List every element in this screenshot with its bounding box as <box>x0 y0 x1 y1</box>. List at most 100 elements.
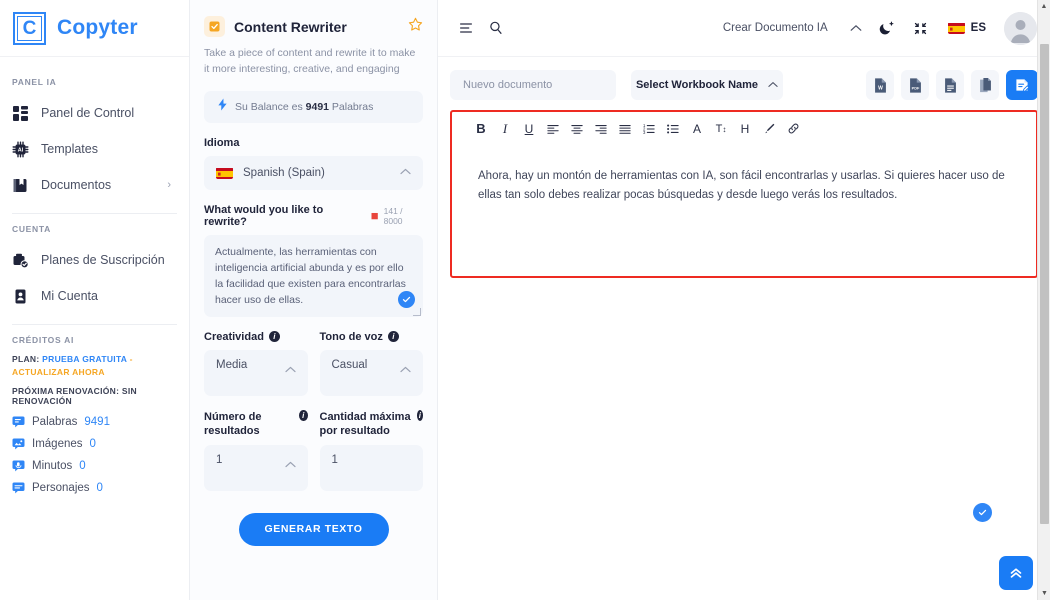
words-credit-icon <box>12 415 25 428</box>
document-toolbar: Nuevo documento Select Workbook Name W P… <box>450 70 1038 100</box>
rewrite-field-label: What would you like to rewrite? ■ 141 / … <box>204 204 423 228</box>
insert-link-button[interactable] <box>782 118 804 139</box>
align-center-button[interactable] <box>566 118 588 139</box>
export-text-button[interactable] <box>936 70 964 100</box>
balance-prefix: Su Balance es <box>235 100 303 113</box>
bold-button[interactable]: B <box>470 118 492 139</box>
sidebar-item-panel-de-control[interactable]: Panel de Control <box>0 95 189 131</box>
scrollbar-up-arrow[interactable]: ▲ <box>1038 0 1050 13</box>
export-pdf-button[interactable]: PDF <box>901 70 929 100</box>
document-name-input[interactable]: Nuevo documento <box>450 70 616 100</box>
info-icon[interactable]: i <box>416 409 423 421</box>
workbook-label: Select Workbook Name <box>635 79 759 91</box>
align-justify-button[interactable] <box>614 118 636 139</box>
sidebar-item-label: Panel de Control <box>41 106 135 120</box>
highlight-brush-button[interactable] <box>758 118 780 139</box>
textarea-resize-handle[interactable] <box>413 307 421 316</box>
language-code: ES <box>970 22 986 34</box>
credit-value: 0 <box>89 437 96 450</box>
align-left-button[interactable] <box>542 118 564 139</box>
editor-content-body[interactable]: Ahora, hay un montón de herramientas con… <box>452 145 1036 276</box>
unordered-list-button[interactable] <box>662 118 684 139</box>
save-document-icon[interactable] <box>1006 70 1038 100</box>
font-color-button[interactable]: A <box>686 118 708 139</box>
chevron-up-icon <box>400 167 411 178</box>
moon-icon[interactable] <box>872 13 902 43</box>
workbook-select[interactable]: Select Workbook Name <box>631 70 783 100</box>
language-select[interactable]: Spanish (Spain) <box>204 155 423 190</box>
documents-icon <box>12 177 29 194</box>
creativity-tone-row: Creatividad i Media Tono de voz i Casual <box>204 317 423 396</box>
editor-area: Nuevo documento Select Workbook Name W P… <box>438 57 1050 600</box>
language-switcher[interactable]: ES <box>940 22 994 34</box>
search-icon[interactable] <box>481 13 511 43</box>
sidebar-item-planes-de-suscripcion[interactable]: Planes de Suscripción <box>0 242 189 278</box>
compress-icon[interactable] <box>906 13 936 43</box>
user-avatar-icon[interactable] <box>1004 11 1037 45</box>
tool-header: Content Rewriter <box>204 16 423 37</box>
svg-text:PDF: PDF <box>911 86 919 90</box>
create-document-label: Crear Documento IA <box>722 22 828 34</box>
check-circle-icon[interactable] <box>973 503 992 522</box>
results-label-text: Número de resultados <box>204 410 262 437</box>
tone-select[interactable]: Casual <box>319 349 423 396</box>
underline-button[interactable]: U <box>518 118 540 139</box>
dashboard-icon <box>12 105 29 122</box>
generate-text-button[interactable]: GENERAR TEXTO <box>238 512 389 546</box>
heading-button[interactable]: H <box>734 118 756 139</box>
scrollbar-down-arrow[interactable]: ▼ <box>1038 587 1050 600</box>
ordered-list-button[interactable]: 123 <box>638 118 660 139</box>
tool-form-panel: Content Rewriter Take a piece of content… <box>190 0 438 600</box>
minutes-credit-icon <box>12 459 25 472</box>
sidebar-item-templates[interactable]: AI Templates <box>0 131 189 167</box>
balance-pill: Su Balance es 9491 Palabras <box>204 90 423 123</box>
brand-logo[interactable]: C Copyter <box>0 0 189 57</box>
scrollbar-thumb[interactable] <box>1040 44 1049 524</box>
double-chevron-up-icon[interactable] <box>999 556 1033 590</box>
chevron-right-icon: › <box>167 179 171 191</box>
bold-glyph: B <box>476 121 486 136</box>
rich-text-editor[interactable]: B I U 123 A T↕ H Ahora, hay un montón de… <box>450 110 1038 278</box>
images-credit-icon <box>12 437 25 450</box>
character-counter: 141 / 8000 <box>383 205 403 226</box>
creativity-label-text: Creatividad <box>204 330 264 343</box>
info-icon[interactable]: i <box>298 409 308 421</box>
info-icon[interactable]: i <box>268 331 280 342</box>
creativity-select[interactable]: Media <box>204 349 308 396</box>
font-size-button[interactable]: T↕ <box>710 118 732 139</box>
sidebar-item-label: Templates <box>41 142 98 156</box>
sidebar-item-documentos[interactable]: Documentos › <box>0 167 189 203</box>
plan-upgrade-link[interactable]: ACTUALIZAR AHORA <box>12 367 105 377</box>
page-scrollbar[interactable]: ▲ ▼ <box>1037 0 1050 600</box>
max-per-result-input[interactable]: 1 <box>319 444 423 491</box>
editor-paragraph: Ahora, hay un montón de herramientas con… <box>478 170 1005 201</box>
check-circle-icon[interactable] <box>398 290 415 308</box>
spain-flag-icon <box>216 167 233 179</box>
font-size-glyph: T↕ <box>715 122 727 135</box>
plan-line: PLAN: PRUEBA GRATUITA - ACTUALIZAR AHORA <box>12 353 177 379</box>
chevron-up-icon <box>400 365 411 376</box>
credit-row: Imágenes 0 <box>12 437 177 450</box>
language-select-value: Spanish (Spain) <box>243 166 325 179</box>
sidebar-item-mi-cuenta[interactable]: Mi Cuenta <box>0 278 189 314</box>
star-icon[interactable] <box>408 17 423 37</box>
max-per-result-value: 1 <box>331 453 338 466</box>
ai-chip-icon: AI <box>12 141 29 158</box>
copy-document-button[interactable] <box>971 70 999 100</box>
results-max-row: Número de resultados i 1 Cantidad máxima… <box>204 396 423 491</box>
rewrite-textarea[interactable]: Actualmente, las herramientas con inteli… <box>204 234 423 317</box>
sidebar: C Copyter PANEL IA Panel de Control AI T… <box>0 0 190 600</box>
results-count-select[interactable]: 1 <box>204 444 308 491</box>
chevron-up-icon <box>284 460 296 471</box>
font-color-glyph: A <box>692 121 701 136</box>
main-area: Crear Documento IA ES Nuevo documento Se… <box>438 0 1050 600</box>
align-right-button[interactable] <box>590 118 612 139</box>
export-word-button[interactable]: W <box>866 70 894 100</box>
sidebar-item-label: Mi Cuenta <box>41 289 98 303</box>
language-label-text: Idioma <box>204 136 240 149</box>
italic-button[interactable]: I <box>494 118 516 139</box>
results-count-value: 1 <box>216 453 223 466</box>
create-document-dropdown[interactable]: Crear Documento IA <box>717 19 868 37</box>
menu-lines-icon[interactable] <box>451 13 481 43</box>
info-icon[interactable]: i <box>387 331 399 342</box>
